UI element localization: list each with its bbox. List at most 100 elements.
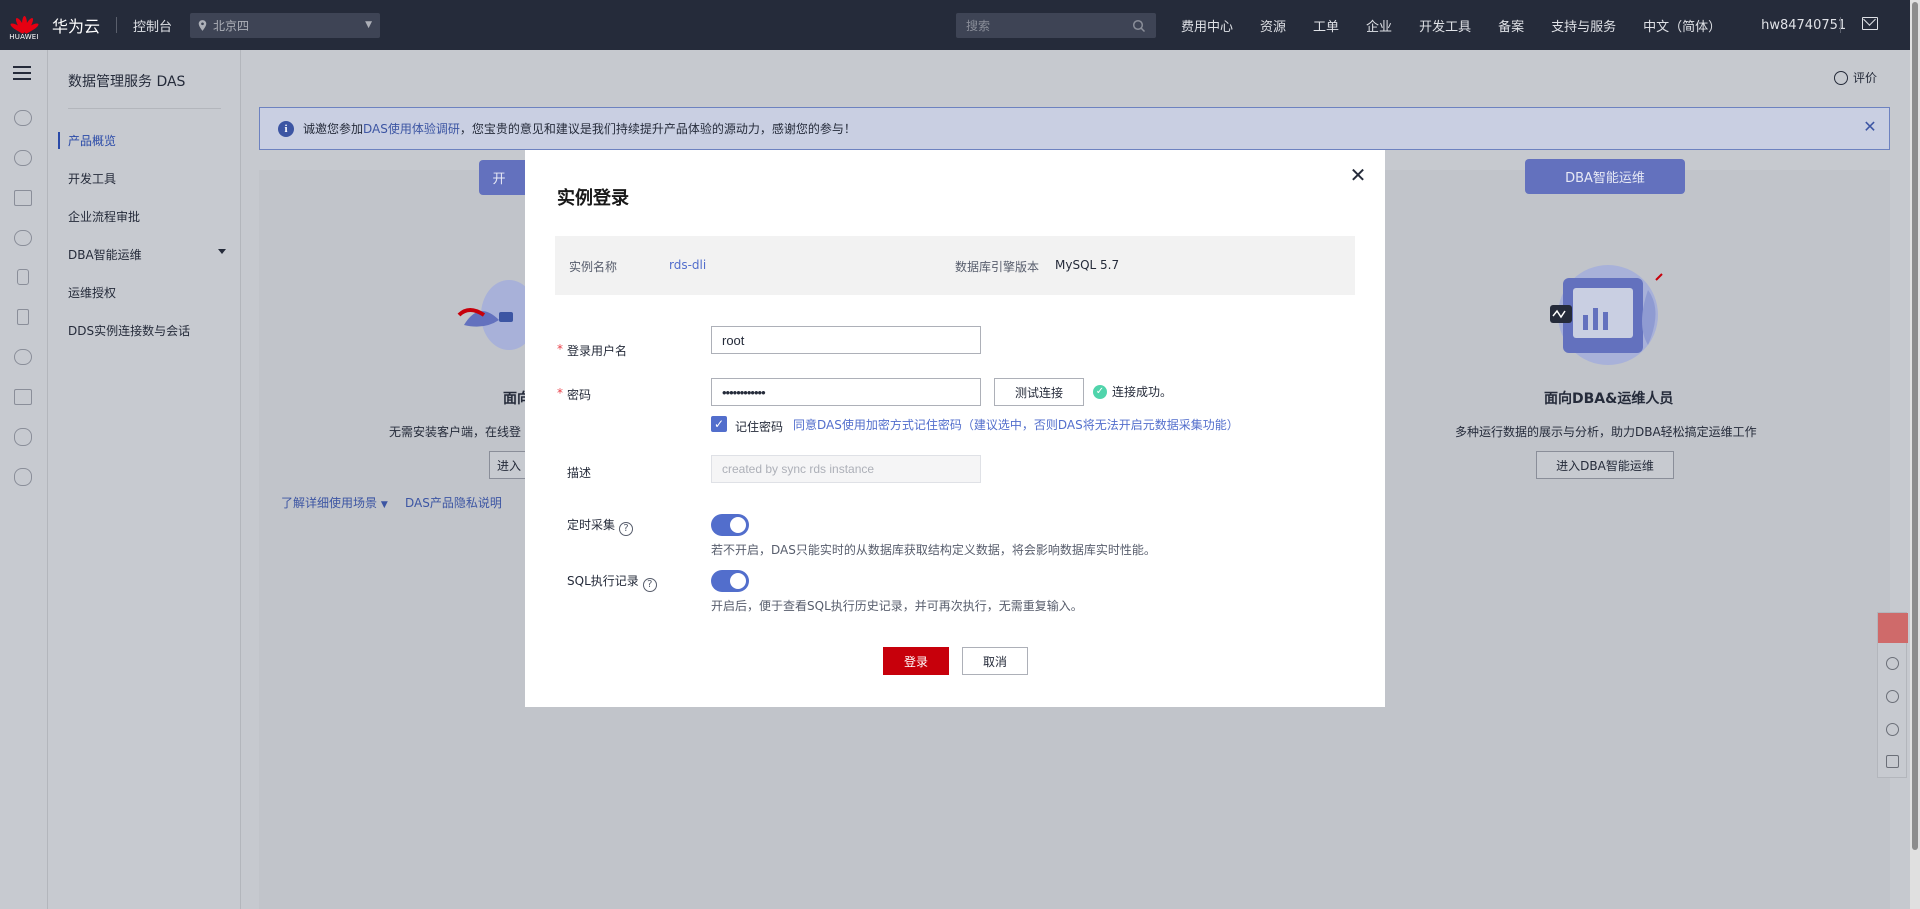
required-mark: * bbox=[557, 386, 563, 400]
engine-version-label: 数据库引擎版本 bbox=[955, 260, 1040, 274]
dialog-title: 实例登录 bbox=[557, 188, 629, 209]
nav-tickets[interactable]: 工单 bbox=[1313, 16, 1339, 35]
top-nav-links: 费用中心 资源 工单 企业 开发工具 备案 支持与服务 中文（简体） hw847… bbox=[1181, 0, 1873, 50]
sql-log-toggle[interactable] bbox=[711, 570, 749, 592]
chevron-down-icon: ▼ bbox=[380, 500, 388, 510]
help-icon[interactable]: ? bbox=[619, 522, 634, 536]
nav-support[interactable]: 支持与服务 bbox=[1551, 16, 1616, 35]
location-pin-icon bbox=[198, 19, 207, 31]
chat-icon[interactable] bbox=[1886, 657, 1899, 670]
test-connection-button[interactable]: 测试连接 bbox=[994, 378, 1084, 406]
required-mark: * bbox=[557, 342, 563, 356]
password-label-text: 密码 bbox=[567, 388, 592, 402]
mail-icon[interactable] bbox=[1862, 17, 1878, 30]
remember-password-checkbox[interactable]: ✓ bbox=[711, 416, 727, 432]
engine-version-value: MySQL 5.7 bbox=[1055, 258, 1120, 272]
huawei-petal-icon bbox=[9, 10, 40, 34]
edit-icon[interactable] bbox=[1886, 755, 1899, 768]
chevron-down-icon: ▼ bbox=[365, 20, 373, 30]
nav-billing[interactable]: 费用中心 bbox=[1181, 16, 1233, 35]
scrollbar-thumb[interactable] bbox=[1912, 2, 1918, 850]
cloud-storage-icon[interactable] bbox=[14, 230, 32, 246]
floating-toolbar bbox=[1877, 612, 1908, 778]
console-link[interactable]: 控制台 bbox=[133, 16, 172, 35]
active-indicator bbox=[58, 132, 60, 149]
cancel-button[interactable]: 取消 bbox=[962, 647, 1028, 675]
badge-label: 开 bbox=[492, 172, 506, 187]
close-icon[interactable]: ✕ bbox=[1863, 119, 1877, 135]
sidebar-title: 数据管理服务 DAS bbox=[68, 74, 186, 90]
survey-banner: i 诚邀您参加 DAS使用体验调研 ，您宝贵的意见和建议是我们持续提升产品体验的… bbox=[259, 107, 1890, 150]
logo-text: HUAWEI bbox=[9, 32, 39, 41]
divider bbox=[116, 17, 118, 33]
help-icon[interactable]: ? bbox=[642, 578, 657, 592]
feedback-icon[interactable] bbox=[1878, 613, 1908, 643]
username-label-text: 登录用户名 bbox=[567, 344, 628, 358]
sidebar-item-overview[interactable]: 产品概览 bbox=[68, 132, 116, 149]
cloud-service-icon[interactable] bbox=[14, 349, 32, 365]
sidebar-item-dds-sessions[interactable]: DDS实例连接数与会话 bbox=[68, 322, 190, 339]
region-value: 北京四 bbox=[213, 18, 250, 33]
dba-badge: DBA智能运维 bbox=[1525, 159, 1685, 194]
region-selector[interactable]: 北京四 ▼ bbox=[190, 12, 381, 38]
remember-password-label[interactable]: 记住密码 bbox=[735, 418, 783, 435]
global-search-input[interactable]: 搜索 bbox=[956, 13, 1156, 38]
username-input[interactable]: root bbox=[711, 326, 981, 354]
headset-icon[interactable] bbox=[1886, 690, 1899, 703]
search-placeholder: 搜索 bbox=[966, 19, 991, 33]
instance-name-link[interactable]: rds-dli bbox=[669, 258, 706, 272]
huawei-logo[interactable]: HUAWEI bbox=[0, 0, 48, 50]
banner-prefix: 诚邀您参加 bbox=[303, 122, 364, 136]
enter-dba-button[interactable]: 进入DBA智能运维 bbox=[1536, 451, 1674, 479]
instance-login-dialog: 实例登录 ✕ 实例名称 rds-dli 数据库引擎版本 MySQL 5.7 * 登… bbox=[525, 150, 1385, 707]
password-label: * 密码 bbox=[557, 386, 592, 403]
enter-dev-tools-button[interactable]: 进入 bbox=[489, 451, 529, 479]
sidebar-item-approval[interactable]: 企业流程审批 bbox=[68, 208, 140, 225]
globe-icon[interactable] bbox=[14, 428, 32, 446]
dba-card-desc: 多种运行数据的展示与分析，助力DBA轻松搞定运维工作 bbox=[1455, 425, 1757, 439]
cloud-icon[interactable] bbox=[14, 110, 32, 126]
rate-button[interactable]: 评价 bbox=[1834, 69, 1877, 86]
login-button[interactable]: 登录 bbox=[883, 647, 949, 675]
nav-dev-tools[interactable]: 开发工具 bbox=[1419, 16, 1471, 35]
close-icon[interactable]: ✕ bbox=[1349, 165, 1367, 185]
menu-icon[interactable] bbox=[13, 66, 31, 80]
nav-resources[interactable]: 资源 bbox=[1260, 16, 1286, 35]
search-icon[interactable] bbox=[1132, 19, 1146, 33]
network-icon[interactable] bbox=[14, 389, 32, 405]
brand-name[interactable]: 华为云 bbox=[52, 13, 100, 37]
nav-username[interactable]: hw84740751 bbox=[1761, 18, 1846, 33]
card-desc: 无需安装客户端，在线登 bbox=[389, 425, 522, 439]
sidebar-item-ops-auth[interactable]: 运维授权 bbox=[68, 284, 116, 301]
analytics-icon[interactable] bbox=[14, 190, 32, 206]
connection-result: 连接成功。 bbox=[1112, 385, 1173, 399]
nav-icp[interactable]: 备案 bbox=[1498, 16, 1524, 35]
schedule-collect-toggle[interactable] bbox=[711, 514, 749, 536]
dba-card-title: 面向DBA&运维人员 bbox=[1544, 391, 1674, 407]
nav-language[interactable]: 中文（简体） bbox=[1643, 16, 1721, 35]
info-icon: i bbox=[278, 120, 294, 137]
remember-password-hint[interactable]: 同意DAS使用加密方式记住密码（建议选中，否则DAS将无法开启元数据采集功能） bbox=[793, 416, 1239, 433]
password-input[interactable]: •••••••••••• bbox=[711, 378, 981, 406]
schedule-collect-hint: 若不开启，DAS只能实时的从数据库获取结构定义数据，将会影响数据库实时性能。 bbox=[711, 543, 1156, 557]
sql-log-label: SQL执行记录? bbox=[567, 572, 657, 592]
survey-link[interactable]: DAS使用体验调研 bbox=[363, 120, 460, 137]
sidebar-item-dev-tools[interactable]: 开发工具 bbox=[68, 170, 116, 187]
cluster-icon[interactable] bbox=[14, 150, 32, 166]
page-scrollbar[interactable] bbox=[1910, 0, 1920, 909]
smile-icon bbox=[1834, 70, 1848, 85]
das-sidebar: 数据管理服务 DAS 产品概览 开发工具 企业流程审批 DBA智能运维 运维授权… bbox=[48, 50, 241, 909]
description-input: created by sync rds instance bbox=[711, 455, 981, 483]
privacy-link[interactable]: DAS产品隐私说明 bbox=[405, 494, 502, 511]
database-icon[interactable] bbox=[17, 269, 29, 285]
sql-log-label-text: SQL执行记录 bbox=[567, 574, 639, 588]
usage-scenarios-link[interactable]: 了解详细使用场景 ▼ bbox=[281, 494, 388, 511]
ip-icon[interactable] bbox=[14, 468, 32, 486]
nav-enterprise[interactable]: 企业 bbox=[1366, 16, 1392, 35]
chevron-down-icon[interactable] bbox=[218, 249, 226, 254]
document-icon[interactable] bbox=[17, 309, 29, 325]
sidebar-item-dba[interactable]: DBA智能运维 bbox=[68, 246, 142, 263]
schedule-collect-label: 定时采集? bbox=[567, 516, 634, 536]
link-label: 了解详细使用场景 bbox=[281, 496, 378, 510]
help-icon[interactable] bbox=[1886, 723, 1899, 736]
